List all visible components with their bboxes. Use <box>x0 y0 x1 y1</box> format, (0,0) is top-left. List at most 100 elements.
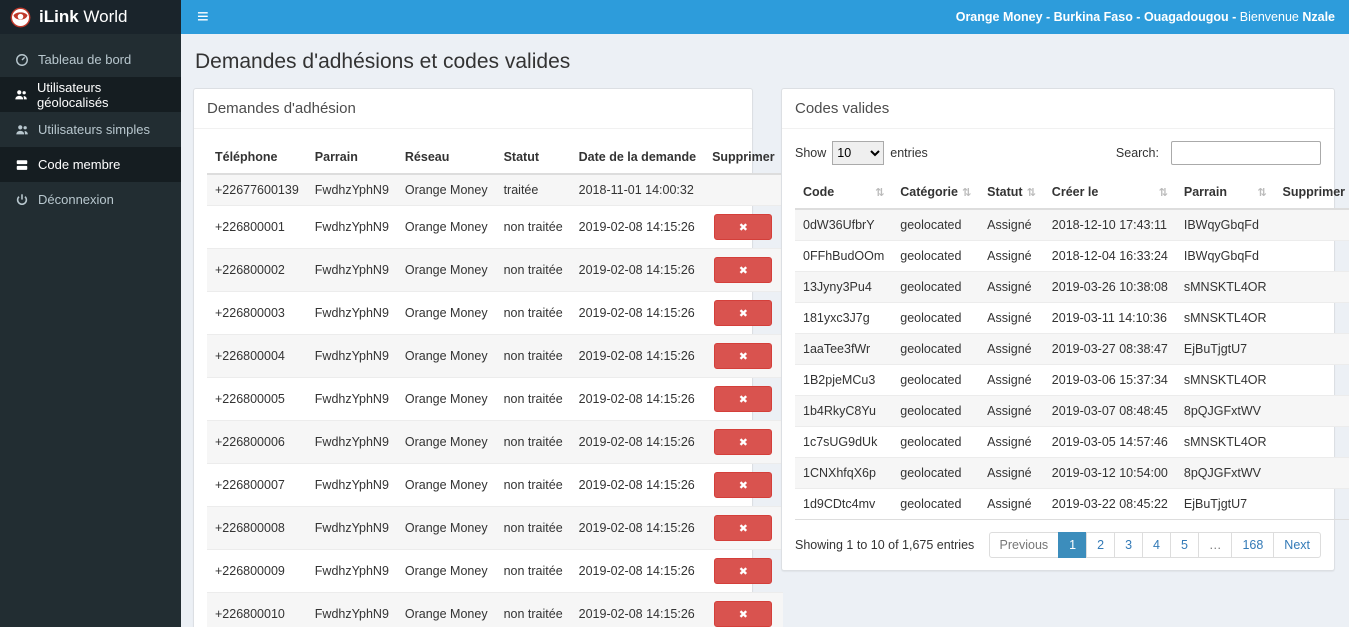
adhesion-panel: Demandes d'adhésion Téléphone Parrain Ré… <box>193 88 783 627</box>
cell-creer: 2019-03-05 14:57:46 <box>1043 426 1176 458</box>
cell-parrain: IBWqyGbqFd <box>1175 208 1275 241</box>
pagination: Previous 1 2 3 4 5 … 168 Next <box>988 532 1321 558</box>
delete-request-button[interactable]: ✖ <box>714 257 773 283</box>
cell-telephone: +226800003 <box>207 291 307 335</box>
cell-parrain: EjBuTjgtU7 <box>1175 333 1275 365</box>
delete-request-button[interactable]: ✖ <box>714 515 773 541</box>
cell-parrain: FwdhzYphN9 <box>306 549 397 593</box>
adhesion-table: Téléphone Parrain Réseau Statut Date de … <box>207 141 783 627</box>
cell-parrain: 8pQJGFxtWV <box>1175 395 1275 427</box>
brand-bold: iLink <box>39 7 79 26</box>
cell-supprimer-empty <box>1274 426 1349 458</box>
delete-request-button[interactable]: ✖ <box>714 343 773 369</box>
col-code[interactable]: Code ⇅ <box>795 176 893 210</box>
delete-request-button[interactable]: ✖ <box>714 214 773 240</box>
cell-statut: non traitée <box>495 248 571 292</box>
cell-telephone: +226800001 <box>207 205 307 249</box>
sidebar-item-member-code[interactable]: Code membre <box>0 147 181 182</box>
cell-telephone: +226800007 <box>207 463 307 507</box>
pagination-page-2[interactable]: 2 <box>1086 532 1116 558</box>
col-telephone: Téléphone <box>207 141 307 175</box>
sidebar: Tableau de bord Utilisateurs géolocalisé… <box>0 34 181 627</box>
table-row: 0dW36UfbrY geolocated Assigné 2018-12-10… <box>795 208 1349 241</box>
page-length-control: Show 10 entries <box>795 141 928 165</box>
cell-statut: Assigné <box>979 208 1044 241</box>
sort-icon: ⇅ <box>875 186 885 199</box>
delete-request-button[interactable]: ✖ <box>714 300 773 326</box>
cell-telephone: +226800004 <box>207 334 307 378</box>
delete-request-button[interactable]: ✖ <box>714 429 773 455</box>
delete-request-button[interactable]: ✖ <box>714 472 773 498</box>
sort-icon: ⇅ <box>1026 186 1036 199</box>
page-length-select[interactable]: 10 <box>832 141 885 165</box>
cell-parrain: FwdhzYphN9 <box>306 205 397 249</box>
cell-telephone: +226800009 <box>207 549 307 593</box>
cell-categorie: geolocated <box>892 457 980 489</box>
cell-creer: 2019-03-11 14:10:36 <box>1043 302 1176 334</box>
delete-request-button[interactable]: ✖ <box>714 601 773 627</box>
codes-header-row: Code ⇅ Catégorie ⇅ Statut ⇅ Créer le ⇅ Parra… <box>795 176 1349 210</box>
sidebar-item-label: Déconnexion <box>38 192 114 207</box>
cell-creer: 2019-03-26 10:38:08 <box>1043 271 1176 303</box>
sidebar-item-geolocated-users[interactable]: Utilisateurs géolocalisés <box>0 77 181 112</box>
pagination-page-168[interactable]: 168 <box>1231 532 1275 558</box>
cell-statut: Assigné <box>979 395 1044 427</box>
table-row: +226800001 FwdhzYphN9 Orange Money non t… <box>207 205 783 249</box>
cell-code: 0dW36UfbrY <box>795 208 893 241</box>
cell-telephone: +226800002 <box>207 248 307 292</box>
cell-telephone: +22677600139 <box>207 173 307 206</box>
cell-parrain: EjBuTjgtU7 <box>1175 488 1275 520</box>
cell-parrain: sMNSKTL4OR <box>1175 364 1275 396</box>
pagination-previous[interactable]: Previous <box>988 532 1060 558</box>
cell-statut: non traitée <box>495 506 571 550</box>
col-categorie[interactable]: Catégorie ⇅ <box>892 176 980 210</box>
pagination-page-3[interactable]: 3 <box>1114 532 1144 558</box>
pagination-page-1[interactable]: 1 <box>1058 532 1088 558</box>
cell-reseau: Orange Money <box>396 506 496 550</box>
entries-label: entries <box>890 146 928 160</box>
cell-supprimer-empty <box>1274 302 1349 334</box>
cell-parrain: sMNSKTL4OR <box>1175 271 1275 303</box>
col-supprimer[interactable]: Supprimer⇅ <box>1274 176 1349 210</box>
col-statut[interactable]: Statut ⇅ <box>979 176 1044 210</box>
sidebar-item-dashboard[interactable]: Tableau de bord <box>0 42 181 77</box>
cell-telephone: +226800005 <box>207 377 307 421</box>
cell-creer: 2018-12-04 16:33:24 <box>1043 240 1176 272</box>
app-logo[interactable]: iLink World <box>0 0 181 34</box>
cell-creer: 2019-03-06 15:37:34 <box>1043 364 1176 396</box>
pagination-next[interactable]: Next <box>1273 532 1321 558</box>
delete-request-button[interactable]: ✖ <box>714 558 773 584</box>
cell-supprimer-empty <box>1274 333 1349 365</box>
table-row: +226800009 FwdhzYphN9 Orange Money non t… <box>207 549 783 593</box>
sidebar-item-logout[interactable]: Déconnexion <box>0 182 181 217</box>
table-row: 1b4RkyC8Yu geolocated Assigné 2019-03-07… <box>795 395 1349 427</box>
cell-date: 2019-02-08 14:15:26 <box>570 291 705 335</box>
cell-date: 2018-11-01 14:00:32 <box>570 173 705 206</box>
table-row: +226800005 FwdhzYphN9 Orange Money non t… <box>207 377 783 421</box>
cell-statut: non traitée <box>495 291 571 335</box>
cell-date: 2019-02-08 14:15:26 <box>570 463 705 507</box>
pagination-page-5[interactable]: 5 <box>1169 532 1199 558</box>
cell-reseau: Orange Money <box>396 463 496 507</box>
welcome-label: Bienvenue <box>1239 10 1299 24</box>
cell-reseau: Orange Money <box>396 173 496 206</box>
cell-reseau: Orange Money <box>396 592 496 627</box>
table-row: +22677600139 FwdhzYphN9 Orange Money tra… <box>207 173 783 206</box>
sidebar-item-simple-users[interactable]: Utilisateurs simples <box>0 112 181 147</box>
cell-parrain: FwdhzYphN9 <box>306 173 397 206</box>
delete-request-button[interactable]: ✖ <box>714 386 773 412</box>
search-input[interactable] <box>1171 141 1321 165</box>
col-creer-le[interactable]: Créer le ⇅ <box>1043 176 1176 210</box>
sort-icon: ⇅ <box>961 186 972 199</box>
col-parrain[interactable]: Parrain ⇅ <box>1175 176 1275 210</box>
cell-statut: non traitée <box>495 205 571 249</box>
cell-supprimer-empty <box>1274 488 1349 520</box>
cell-parrain: FwdhzYphN9 <box>306 506 397 550</box>
user-strip: Orange Money - Burkina Faso - Ouagadougo… <box>956 10 1349 24</box>
menu-toggle-icon[interactable]: ≡ <box>181 0 225 34</box>
cell-date: 2019-02-08 14:15:26 <box>570 420 705 464</box>
cell-code: 1b4RkyC8Yu <box>795 395 893 427</box>
cell-parrain: FwdhzYphN9 <box>306 377 397 421</box>
pagination-page-4[interactable]: 4 <box>1142 532 1171 558</box>
table-row: +226800008 FwdhzYphN9 Orange Money non t… <box>207 506 783 550</box>
